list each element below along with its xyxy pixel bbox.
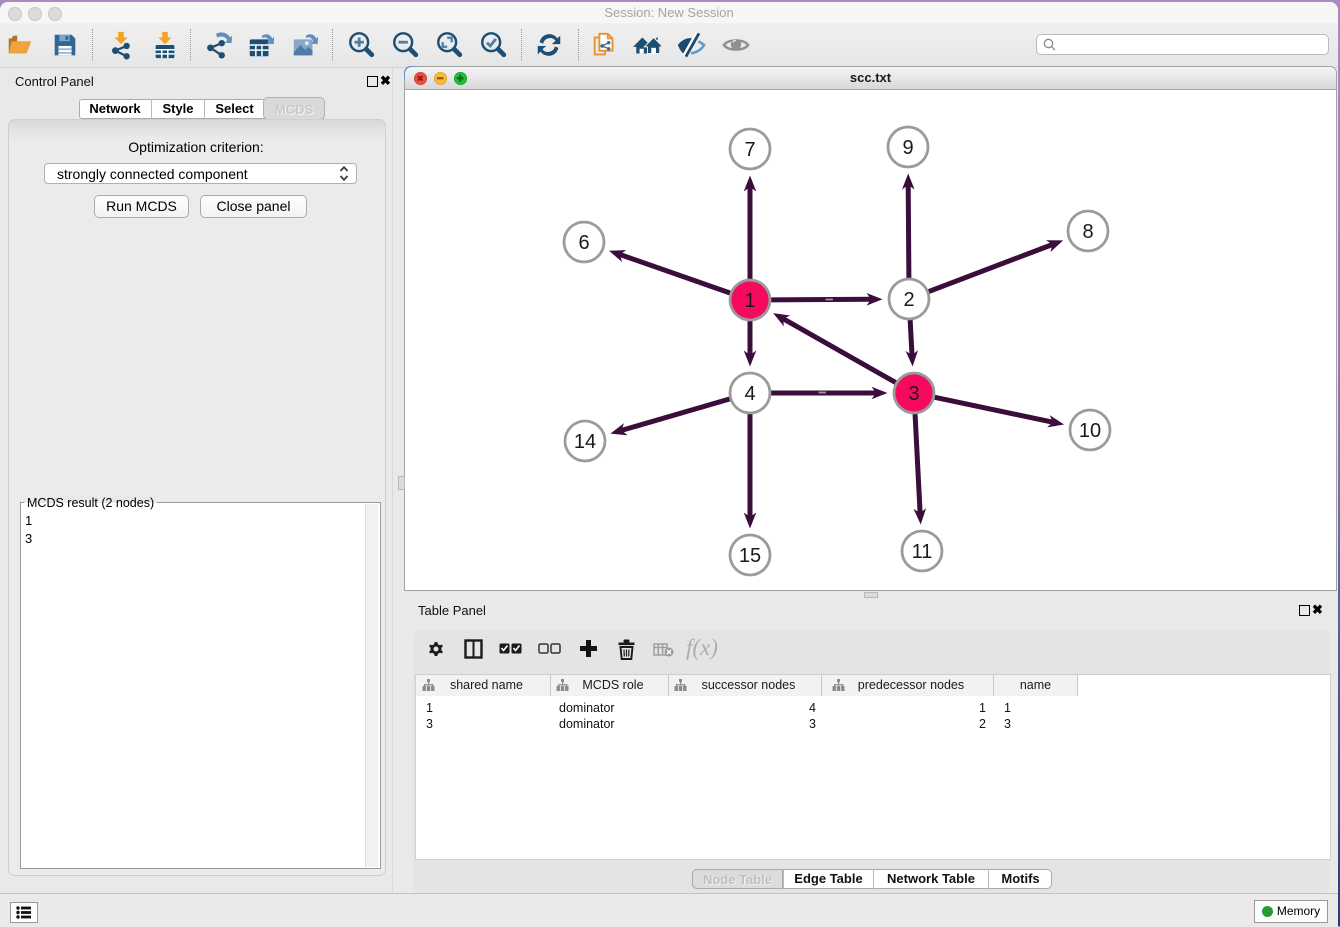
svg-text:1: 1	[744, 290, 755, 312]
svg-text:10: 10	[1079, 420, 1101, 442]
svg-text:15: 15	[739, 545, 761, 567]
svg-text:7: 7	[744, 139, 755, 161]
svg-text:11: 11	[912, 541, 933, 563]
svg-text:3: 3	[908, 383, 919, 405]
svg-text:2: 2	[903, 289, 914, 311]
svg-text:6: 6	[578, 232, 589, 254]
svg-text:4: 4	[744, 383, 755, 405]
svg-text:9: 9	[902, 137, 913, 159]
svg-text:8: 8	[1082, 221, 1093, 243]
svg-text:14: 14	[574, 431, 596, 453]
